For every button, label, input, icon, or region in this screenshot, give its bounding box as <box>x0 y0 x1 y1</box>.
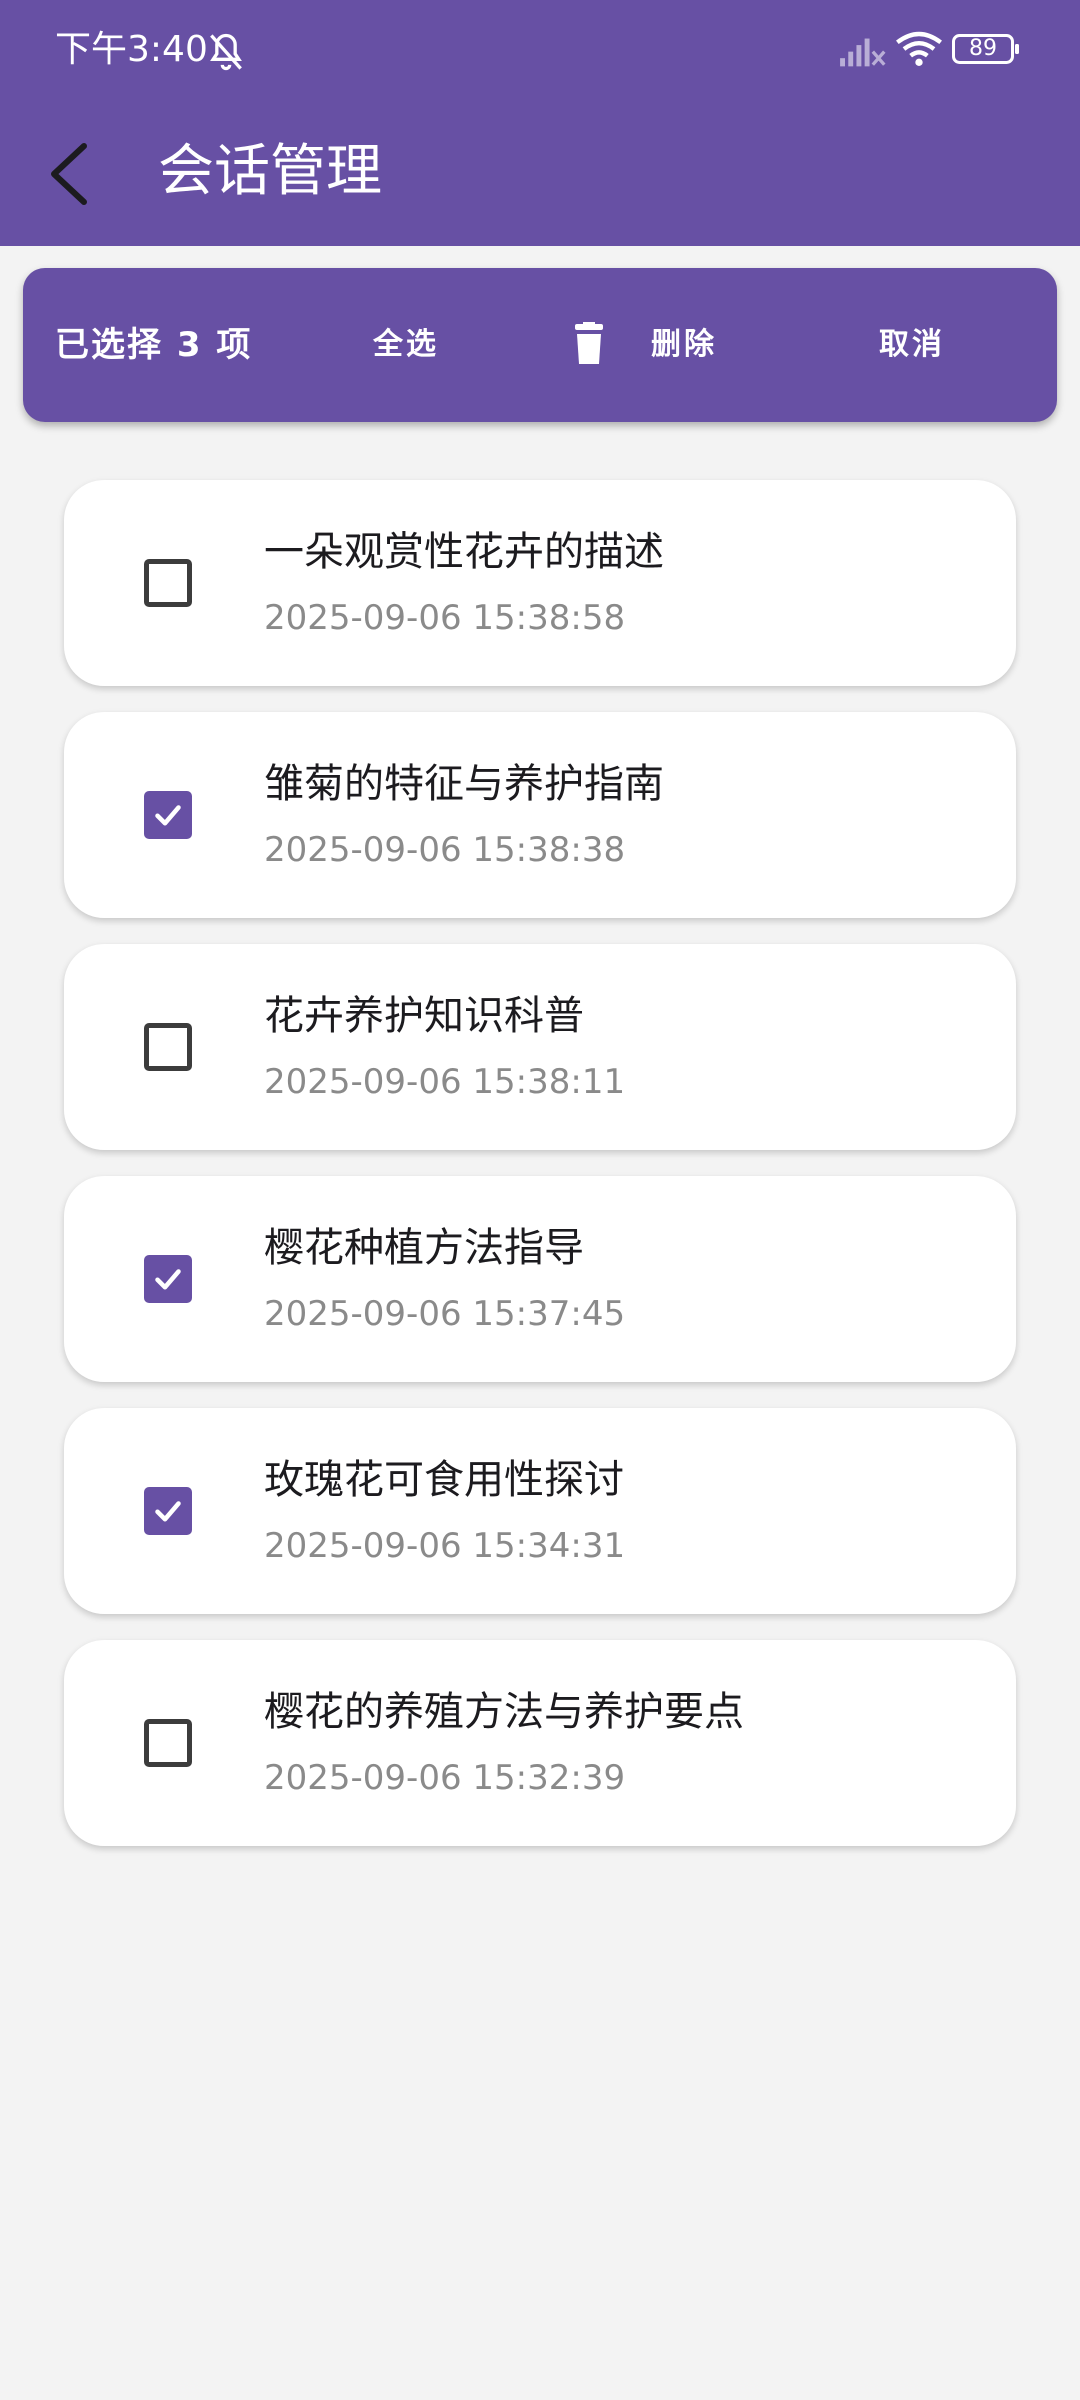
page-title: 会话管理 <box>158 139 382 204</box>
session-card[interactable]: 花卉养护知识科普 2025-09-06 15:38:11 <box>64 944 1016 1150</box>
session-checkbox[interactable] <box>144 791 192 839</box>
session-checkbox[interactable] <box>144 1023 192 1071</box>
session-card[interactable]: 樱花的养殖方法与养护要点 2025-09-06 15:32:39 <box>64 1640 1016 1846</box>
session-card[interactable]: 玫瑰花可食用性探讨 2025-09-06 15:34:31 <box>64 1408 1016 1614</box>
session-card[interactable]: 一朵观赏性花卉的描述 2025-09-06 15:38:58 <box>64 480 1016 686</box>
session-timestamp: 2025-09-06 15:38:11 <box>264 1062 626 1102</box>
signal-icon <box>840 38 886 67</box>
session-timestamp: 2025-09-06 15:34:31 <box>264 1526 626 1566</box>
app-bar: 会话管理 <box>0 100 1080 246</box>
session-card[interactable]: 雏菊的特征与养护指南 2025-09-06 15:38:38 <box>64 712 1016 918</box>
cancel-button[interactable]: 取消 <box>879 320 945 370</box>
status-bar: 下午3:40 89 <box>0 0 1080 100</box>
session-checkbox[interactable] <box>144 1487 192 1535</box>
selection-toolbar: 已选择 3 项 全选 删除 取消 <box>23 268 1057 422</box>
wifi-icon <box>896 31 942 66</box>
battery-icon: 89 <box>952 34 1020 64</box>
checkmark-icon <box>155 1501 181 1522</box>
session-timestamp: 2025-09-06 15:32:39 <box>264 1758 626 1798</box>
checkmark-icon <box>155 1269 181 1290</box>
session-checkbox[interactable] <box>144 1719 192 1767</box>
select-all-button[interactable]: 全选 <box>373 320 439 370</box>
session-timestamp: 2025-09-06 15:37:45 <box>264 1294 626 1334</box>
session-title: 樱花的养殖方法与养护要点 <box>264 1689 744 1735</box>
checkmark-icon <box>155 805 181 826</box>
session-title: 玫瑰花可食用性探讨 <box>264 1457 624 1503</box>
delete-button[interactable]: 删除 <box>651 320 717 370</box>
session-timestamp: 2025-09-06 15:38:38 <box>264 830 626 870</box>
session-checkbox[interactable] <box>144 559 192 607</box>
session-checkbox[interactable] <box>144 1255 192 1303</box>
session-timestamp: 2025-09-06 15:38:58 <box>264 598 626 638</box>
session-title: 一朵观赏性花卉的描述 <box>264 529 664 575</box>
session-title: 樱花种植方法指导 <box>264 1225 584 1271</box>
selected-count: 已选择 3 项 <box>55 325 253 365</box>
status-time: 下午3:40 <box>55 29 208 70</box>
session-title: 雏菊的特征与养护指南 <box>264 761 664 807</box>
session-title: 花卉养护知识科普 <box>264 993 584 1039</box>
battery-level: 89 <box>969 36 997 61</box>
trash-icon[interactable] <box>569 322 609 366</box>
back-arrow-icon <box>51 143 87 205</box>
session-list: 一朵观赏性花卉的描述 2025-09-06 15:38:58 雏菊的特征与养护指… <box>64 480 1016 1872</box>
back-button[interactable] <box>28 124 118 224</box>
session-card[interactable]: 樱花种植方法指导 2025-09-06 15:37:45 <box>64 1176 1016 1382</box>
bell-off-icon <box>210 33 242 71</box>
